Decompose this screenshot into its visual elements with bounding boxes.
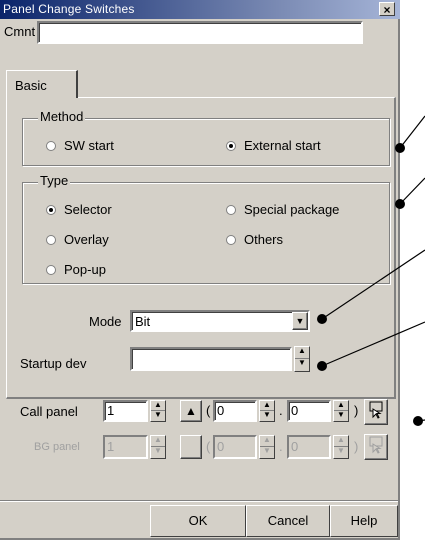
callout-dot: [317, 314, 327, 324]
tab-basic[interactable]: Basic: [6, 70, 78, 98]
callout-dot: [395, 199, 405, 209]
callout-dot: [317, 361, 327, 371]
callout-dot: [395, 143, 405, 153]
tab-basic-label: Basic: [15, 78, 47, 93]
callout-dot: [413, 416, 423, 426]
